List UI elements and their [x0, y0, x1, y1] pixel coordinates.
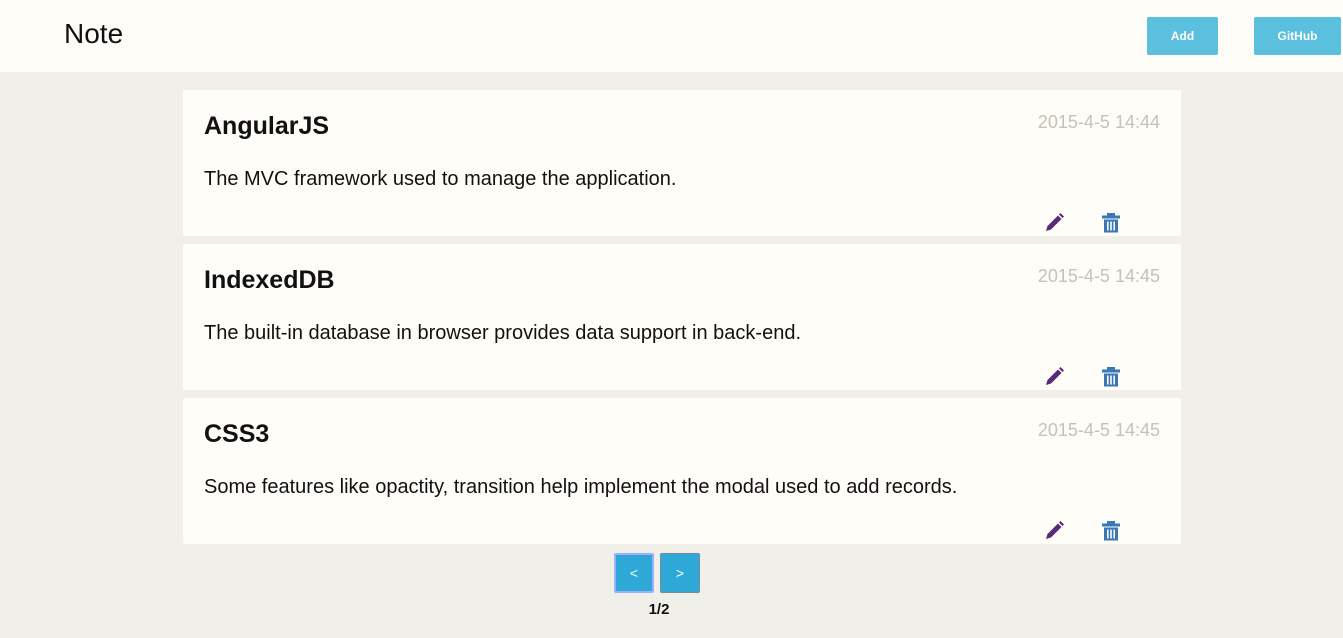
prev-page-button[interactable]: <: [614, 553, 654, 593]
trash-icon[interactable]: [1100, 212, 1122, 234]
trash-icon[interactable]: [1100, 366, 1122, 388]
note-title: IndexedDB: [204, 266, 335, 294]
note-timestamp: 2015-4-5 14:45: [1037, 266, 1160, 286]
pagination: < >: [614, 553, 704, 595]
note-actions: [1043, 366, 1123, 390]
app-title: Note: [64, 18, 124, 49]
pencil-icon[interactable]: [1043, 520, 1065, 542]
add-button[interactable]: Add: [1147, 17, 1218, 55]
github-button[interactable]: GitHub: [1254, 17, 1341, 55]
note-card: IndexedDB 2015-4-5 14:45 The built-in da…: [183, 244, 1181, 390]
note-content: The MVC framework used to manage the app…: [204, 168, 677, 190]
note-actions: [1043, 520, 1123, 544]
note-card: AngularJS 2015-4-5 14:44 The MVC framewo…: [183, 90, 1181, 236]
page-indicator: 1/2: [648, 601, 670, 618]
note-title: CSS3: [204, 420, 270, 448]
note-actions: [1043, 212, 1123, 236]
notes-list: AngularJS 2015-4-5 14:44 The MVC framewo…: [183, 90, 1181, 552]
note-content: Some features like opactity, transition …: [204, 476, 958, 498]
pencil-icon[interactable]: [1043, 366, 1065, 388]
note-card: CSS3 2015-4-5 14:45 Some features like o…: [183, 398, 1181, 544]
trash-icon[interactable]: [1100, 520, 1122, 542]
note-title: AngularJS: [204, 112, 330, 140]
note-content: The built-in database in browser provide…: [204, 322, 802, 344]
pencil-icon[interactable]: [1043, 212, 1065, 234]
note-timestamp: 2015-4-5 14:45: [1037, 420, 1160, 440]
app-header: Note Add GitHub: [0, 0, 1343, 72]
note-timestamp: 2015-4-5 14:44: [1037, 112, 1160, 132]
next-page-button[interactable]: >: [660, 553, 700, 593]
